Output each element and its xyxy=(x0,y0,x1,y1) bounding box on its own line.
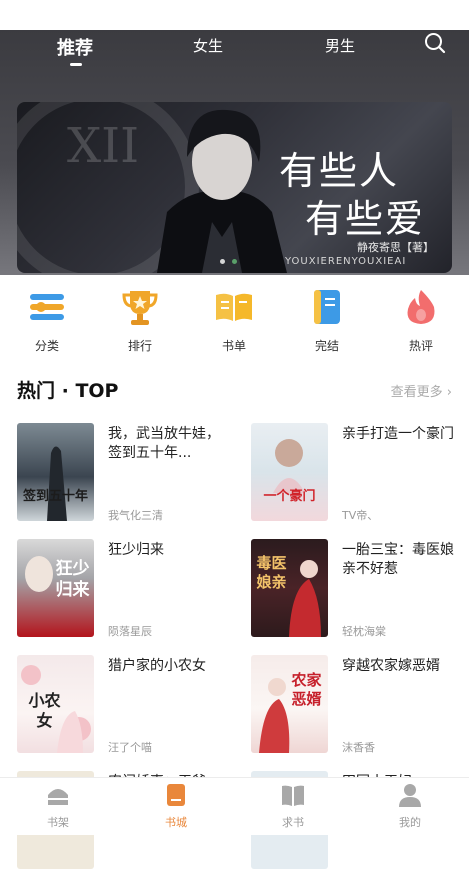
bookstore-icon xyxy=(164,783,188,807)
book-title: 亲手打造一个豪门 xyxy=(342,426,454,442)
book-card[interactable]: 一个豪门 亲手打造一个豪门 TV帝、 xyxy=(251,423,469,523)
bookshelf-icon xyxy=(46,783,70,807)
book-icon xyxy=(307,287,347,327)
book-cover: 签到五十年 xyxy=(17,423,94,521)
book-author: 沫香香 xyxy=(342,741,375,754)
search-icon[interactable] xyxy=(423,31,447,55)
book-author: 我气化三清 xyxy=(108,509,163,522)
category-completed[interactable]: 完结 xyxy=(297,287,357,354)
category-label: 分类 xyxy=(34,339,59,353)
status-bar xyxy=(0,0,469,30)
promo-banner[interactable]: XII 有些人 有些爱 静夜寄思【著】 YOUXIERENYOUXIEAI xyxy=(17,102,452,273)
trophy-icon xyxy=(120,287,160,327)
cover-title: 农家恶婿 xyxy=(291,671,322,708)
book-title: 一胎三宝：毒医娘亲不好惹 xyxy=(342,542,454,577)
book-cover: 小农女 xyxy=(17,655,94,753)
cover-title: 签到五十年 xyxy=(22,489,88,504)
category-label: 书单 xyxy=(221,339,246,353)
nav-request-book[interactable]: 求书 xyxy=(263,783,323,830)
nav-label: 求书 xyxy=(282,816,304,829)
nav-label: 书城 xyxy=(165,816,187,829)
top-tab-bar: 推荐 女生 男生 xyxy=(0,30,469,74)
list-icon xyxy=(27,287,67,327)
svg-text:XII: XII xyxy=(67,118,139,174)
nav-label: 书架 xyxy=(47,816,69,829)
book-author: 汪了个喵 xyxy=(108,741,152,754)
banner-subtitle: YOUXIERENYOUXIEAI xyxy=(285,256,407,267)
category-ranking[interactable]: 排行 xyxy=(110,287,170,354)
cover-title: 一个豪门 xyxy=(263,489,316,504)
tab-male[interactable]: 男生 xyxy=(325,35,355,56)
cover-title: 小农女 xyxy=(28,691,61,730)
banner-author: 静夜寄思【著】 xyxy=(357,241,434,254)
book-title: 狂少归来 xyxy=(108,542,164,558)
book-title: 猎户家的小农女 xyxy=(108,658,206,674)
book-cover: 农家恶婿 xyxy=(251,655,328,753)
cover-title: 毒医娘亲 xyxy=(256,554,287,591)
nav-bookshelf[interactable]: 书架 xyxy=(28,783,88,830)
section-title: 热门 · TOP xyxy=(17,380,119,402)
category-label: 热评 xyxy=(408,339,433,353)
book-card[interactable]: 签到五十年 我，武当放牛娃，签到五十年... 我气化三清 xyxy=(17,423,237,523)
open-book-icon xyxy=(214,287,254,327)
nav-bookstore[interactable]: 书城 xyxy=(146,783,206,830)
nav-profile[interactable]: 我的 xyxy=(380,783,440,830)
book-title: 穿越农家嫁恶婿 xyxy=(342,658,440,674)
banner-title-line1: 有些人 xyxy=(279,149,400,193)
carousel-dot[interactable] xyxy=(220,259,225,264)
book-author: TV帝、 xyxy=(342,509,379,522)
banner-title-line2: 有些爱 xyxy=(305,197,426,241)
category-shortcuts: 分类 排行 书单 完结 热评 xyxy=(0,280,469,360)
category-hot-reviews[interactable]: 热评 xyxy=(391,287,451,354)
see-more-link[interactable]: 查看更多 › xyxy=(391,381,452,400)
category-label: 排行 xyxy=(127,339,152,353)
tab-recommended[interactable]: 推荐 xyxy=(57,34,93,60)
book-title: 我，武当放牛娃，签到五十年... xyxy=(108,426,220,461)
flame-icon xyxy=(401,287,441,327)
book-card[interactable]: 农家恶婿 穿越农家嫁恶婿 沫香香 xyxy=(251,655,469,755)
request-book-icon xyxy=(281,783,305,807)
book-card[interactable]: 狂少归来 狂少归来 陨落星辰 xyxy=(17,539,237,639)
category-label: 完结 xyxy=(314,339,339,353)
book-cover: 毒医娘亲 xyxy=(251,539,328,637)
active-tab-indicator xyxy=(70,63,82,66)
book-cover: 狂少归来 xyxy=(17,539,94,637)
book-card[interactable]: 小农女 猎户家的小农女 汪了个喵 xyxy=(17,655,237,755)
cover-title: 狂少归来 xyxy=(55,559,90,600)
book-author: 轻枕海棠 xyxy=(342,625,386,638)
carousel-dot-active[interactable] xyxy=(232,259,237,264)
profile-icon xyxy=(398,783,422,807)
book-cover: 一个豪门 xyxy=(251,423,328,521)
book-card[interactable]: 毒医娘亲 一胎三宝：毒医娘亲不好惹 轻枕海棠 xyxy=(251,539,469,639)
bottom-navigation: 书架 书城 求书 我的 xyxy=(0,777,469,835)
nav-label: 我的 xyxy=(399,816,421,829)
category-classify[interactable]: 分类 xyxy=(17,287,77,354)
category-booklist[interactable]: 书单 xyxy=(204,287,264,354)
tab-female[interactable]: 女生 xyxy=(193,35,223,56)
book-author: 陨落星辰 xyxy=(108,625,152,638)
see-more-label: 查看更多 xyxy=(390,385,443,400)
chevron-right-icon: › xyxy=(446,385,452,400)
